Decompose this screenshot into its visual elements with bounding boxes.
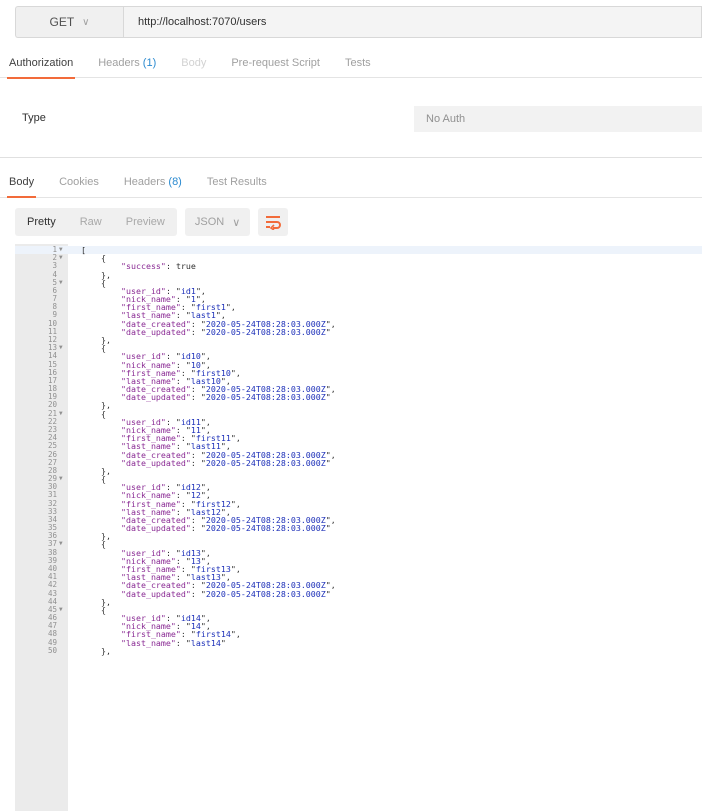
code-line: 43 "date_updated": "2020-05-24T08:28:03.… <box>15 589 702 598</box>
tab-label: Body <box>9 175 35 188</box>
request-tabs: Authorization Headers (1) Body Pre-request S… <box>0 48 702 79</box>
method-label: GET <box>49 15 75 29</box>
line-number: 6 <box>52 285 57 295</box>
response-tab-test-results[interactable]: Test Results <box>207 167 267 197</box>
code-text: "date_updated": "2020-05-24T08:28:03.000… <box>81 524 331 532</box>
fold-arrow-icon[interactable]: ▼ <box>59 606 63 614</box>
line-number: 4 <box>52 269 57 279</box>
code-line: 3 "success": true <box>15 261 702 271</box>
json-punctuation: }, <box>81 645 111 656</box>
code-line: 49 "last_name": "last14" <box>15 638 702 647</box>
code-text: "date_updated": "2020-05-24T08:28:03.000… <box>81 328 331 336</box>
code-line: 4 }, <box>15 269 702 279</box>
request-tab-pre-request-script[interactable]: Pre-request Script <box>231 48 320 78</box>
code-line: 20 }, <box>15 401 702 410</box>
request-tab-body: Body <box>181 48 206 78</box>
response-tab-headers[interactable]: Headers (8) <box>124 167 182 197</box>
line-number: 50 <box>47 645 57 655</box>
view-raw-button[interactable]: Raw <box>68 208 114 236</box>
fold-arrow-icon[interactable]: ▼ <box>59 410 63 418</box>
auth-panel: Type No Auth <box>0 78 702 158</box>
request-tab-headers[interactable]: Headers (1) <box>98 48 156 78</box>
code-line: 12 }, <box>15 335 702 344</box>
code-line: 35 "date_updated": "2020-05-24T08:28:03.… <box>15 523 702 532</box>
method-dropdown[interactable]: GET ∨ <box>15 6 123 38</box>
tab-label: Pre-request Script <box>231 56 320 69</box>
auth-type-label: Type <box>22 112 46 124</box>
fold-arrow-icon[interactable]: ▼ <box>59 540 63 548</box>
line-number: 8 <box>52 302 57 312</box>
chevron-down-icon: ∨ <box>232 216 241 229</box>
view-pretty-button[interactable]: Pretty <box>15 208 68 236</box>
tab-label: Headers <box>98 56 140 69</box>
response-tab-body[interactable]: Body <box>6 167 37 198</box>
line-number: 2 <box>52 253 57 263</box>
code-line: 27 "date_updated": "2020-05-24T08:28:03.… <box>15 458 702 467</box>
tab-count-badge: (8) <box>168 175 182 188</box>
request-tab-tests[interactable]: Tests <box>345 48 371 78</box>
line-number: 5 <box>52 277 57 287</box>
format-dropdown[interactable]: JSON ∨ <box>184 208 251 236</box>
code-line: 50 }, <box>15 645 702 655</box>
fold-arrow-icon[interactable]: ▼ <box>59 246 63 254</box>
response-view-toolbar: Pretty Raw Preview JSON ∨ <box>15 208 289 236</box>
response-tabs: Body Cookies Headers (8) Test Results <box>0 166 702 198</box>
tab-label: Body <box>181 56 207 69</box>
chevron-down-icon: ∨ <box>82 16 90 28</box>
tab-count-badge: (1) <box>142 56 157 69</box>
wrap-lines-icon <box>266 216 282 230</box>
auth-type-select[interactable]: No Auth <box>414 106 702 132</box>
tab-label: Headers <box>123 175 166 188</box>
tab-label: Authorization <box>9 56 74 69</box>
fold-arrow-icon[interactable]: ▼ <box>59 344 63 352</box>
code-line: 44 }, <box>15 597 702 606</box>
tab-label: Test Results <box>206 175 267 188</box>
code-text: }, <box>81 647 111 655</box>
wrap-lines-button[interactable] <box>258 208 289 236</box>
code-text: "date_updated": "2020-05-24T08:28:03.000… <box>81 459 331 467</box>
view-preview-button[interactable]: Preview <box>114 208 177 236</box>
tab-label: Cookies <box>59 175 99 188</box>
request-url-bar: GET ∨ http://localhost:7070/users <box>15 6 702 38</box>
code-text: "date_updated": "2020-05-24T08:28:03.000… <box>81 589 331 598</box>
code-line: 11 "date_updated": "2020-05-24T08:28:03.… <box>15 327 702 336</box>
fold-arrow-icon[interactable]: ▼ <box>59 254 63 262</box>
code-text: "date_updated": "2020-05-24T08:28:03.000… <box>81 393 331 401</box>
url-input[interactable]: http://localhost:7070/users <box>123 6 702 38</box>
auth-type-value: No Auth <box>426 113 466 125</box>
fold-arrow-icon[interactable]: ▼ <box>59 475 63 483</box>
view-mode-group: Pretty Raw Preview <box>15 208 177 236</box>
code-line: 19 "date_updated": "2020-05-24T08:28:03.… <box>15 393 702 402</box>
response-tab-cookies[interactable]: Cookies <box>59 167 99 197</box>
fold-arrow-icon[interactable]: ▼ <box>59 279 63 287</box>
line-number: 1 <box>52 245 57 254</box>
format-label: JSON <box>194 216 225 228</box>
code-line: 1 ▼[ <box>15 245 702 255</box>
line-number: 3 <box>52 261 57 271</box>
tab-label: Tests <box>344 56 371 69</box>
url-value: http://localhost:7070/users <box>138 16 267 28</box>
code-line: 28 }, <box>15 466 702 475</box>
request-tab-authorization[interactable]: Authorization <box>6 48 76 79</box>
line-number: 7 <box>52 294 57 304</box>
code-line: 36 }, <box>15 532 702 541</box>
response-body-viewer[interactable]: 1 ▼[2 ▼ {3 "success": true 4 }, 5 ▼ {6 "user_… <box>15 244 702 811</box>
